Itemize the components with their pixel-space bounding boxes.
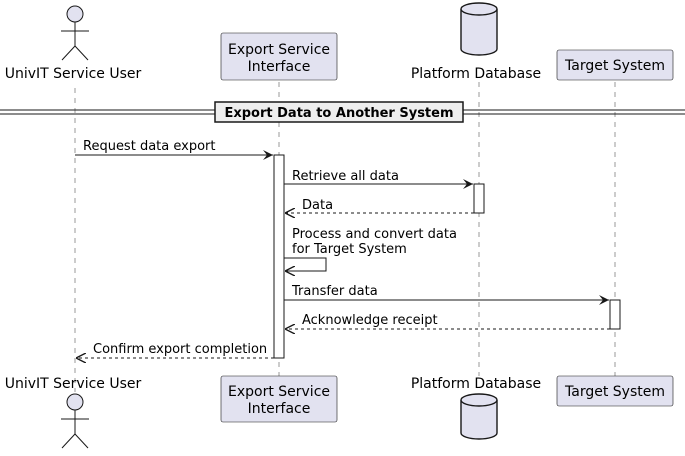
message-label-request-export: Request data export (83, 139, 215, 154)
message-label-process-line1: Process and convert data (292, 227, 457, 242)
activation-service (273, 154, 285, 359)
message-label-process-line2: for Target System (292, 242, 407, 257)
database-icon (460, 393, 498, 440)
participant-service-top: Export Service Interface (220, 32, 338, 81)
participant-target-label: Target System (564, 384, 665, 400)
message-label-retrieve-data: Retrieve all data (292, 169, 399, 184)
participant-database-bottom: Platform Database (411, 376, 541, 440)
participant-user-label: UnivIT Service User (5, 66, 142, 82)
group-frame: Export Data to Another System (0, 101, 685, 123)
participant-service-label-line1: Export Service (228, 42, 330, 58)
participant-target-label: Target System (564, 58, 665, 74)
message-label-data-return: Data (302, 198, 333, 213)
participant-database-label: Platform Database (411, 66, 541, 82)
actor-icon (61, 5, 89, 61)
message-arrow-process-convert (284, 257, 327, 271)
participant-target-bottom: Target System (556, 375, 674, 407)
message-label-transfer-data: Transfer data (291, 284, 378, 299)
actor-icon (61, 393, 89, 449)
participant-service-bottom: Export Service Interface (220, 375, 338, 423)
participant-user-top: UnivIT Service User (5, 5, 142, 82)
message-label-acknowledge: Acknowledge receipt (302, 313, 438, 328)
participant-user-label: UnivIT Service User (5, 376, 142, 392)
participant-target-top: Target System (556, 49, 674, 81)
participant-database-label: Platform Database (411, 376, 541, 392)
participant-user-bottom: UnivIT Service User (5, 376, 142, 449)
group-title: Export Data to Another System (224, 106, 453, 121)
participant-database-top: Platform Database (411, 2, 541, 82)
sequence-diagram: UnivIT Service User Export Service Inter… (0, 2, 685, 449)
participant-service-label-line1: Export Service (228, 384, 330, 400)
activation-database (473, 183, 485, 214)
message-label-confirm-completion: Confirm export completion (93, 342, 267, 357)
participant-service-label-line2: Interface (248, 59, 311, 75)
database-icon (460, 2, 498, 56)
activation-target (609, 299, 621, 330)
participant-service-label-line2: Interface (248, 401, 311, 417)
